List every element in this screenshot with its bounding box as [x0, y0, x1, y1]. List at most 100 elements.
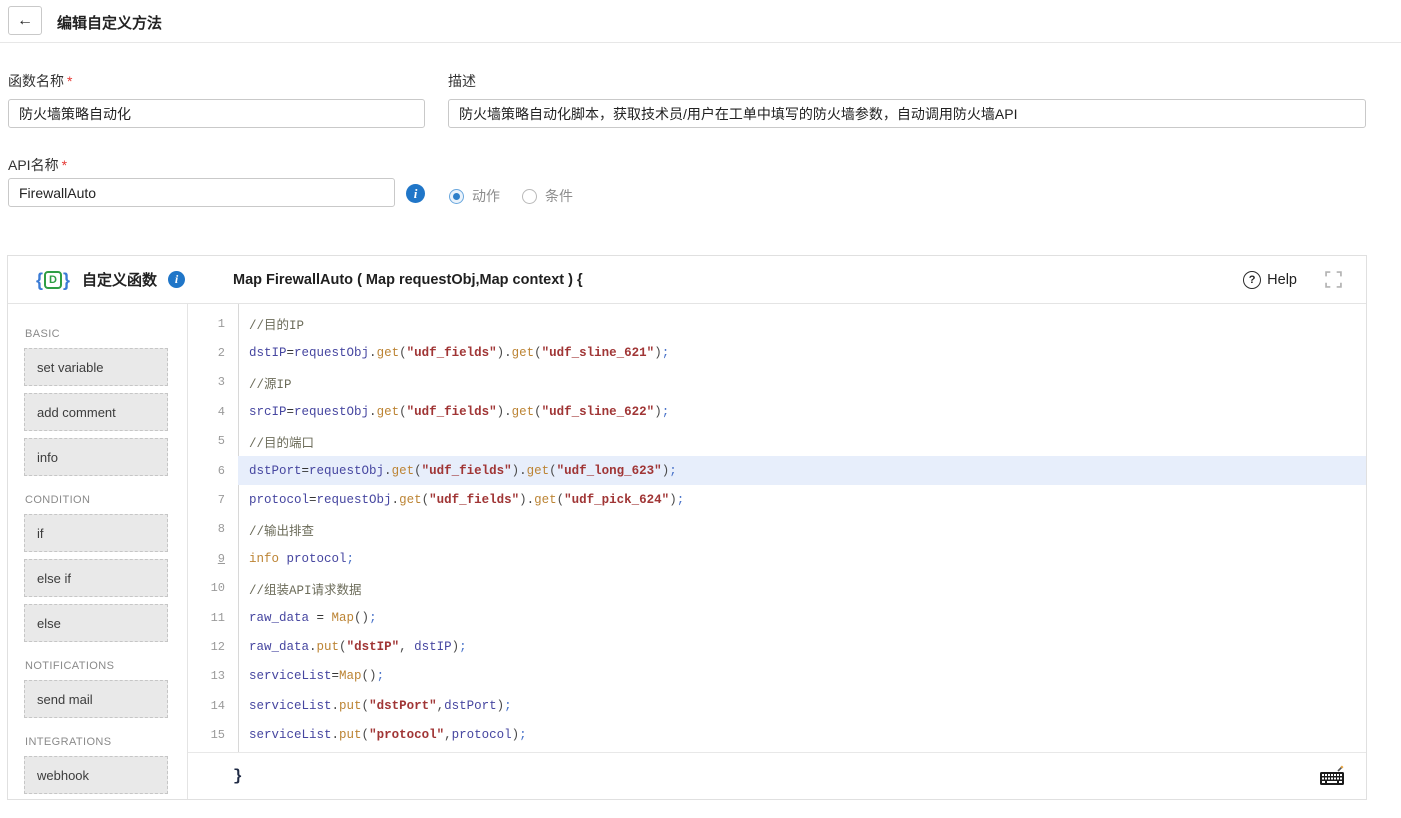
code-line-5[interactable]: 5//目的端口 — [188, 427, 1366, 456]
code-token: = — [309, 493, 317, 507]
code-text: raw_data = Map(); — [238, 603, 1366, 632]
code-token: put — [339, 699, 362, 713]
code-token: = — [332, 669, 340, 683]
code-token: ; — [677, 493, 685, 507]
code-token: ; — [662, 346, 670, 360]
api-name-input[interactable] — [8, 178, 395, 207]
code-token: ) — [512, 728, 520, 742]
code-text: dstIP=requestObj.get("udf_fields").get("… — [238, 338, 1366, 367]
back-button[interactable]: ← — [8, 6, 42, 35]
block-send-mail[interactable]: send mail — [24, 680, 168, 718]
code-token: ( — [362, 728, 370, 742]
code-line-3[interactable]: 3//源IP — [188, 368, 1366, 397]
code-token: get — [392, 464, 415, 478]
block-else[interactable]: else — [24, 604, 168, 642]
code-token: //组装API请求数据 — [249, 579, 362, 598]
code-line-14[interactable]: 14serviceList.put("dstPort",dstPort); — [188, 691, 1366, 720]
code-token: requestObj — [309, 464, 384, 478]
line-number: 4 — [188, 397, 238, 426]
block-else-if[interactable]: else if — [24, 559, 168, 597]
block-if[interactable]: if — [24, 514, 168, 552]
code-line-10[interactable]: 10 //组装API请求数据 — [188, 574, 1366, 603]
code-token: "protocol" — [369, 728, 444, 742]
custom-function-panel: {D} 自定义函数 i Map FirewallAuto ( Map reque… — [7, 255, 1367, 800]
code-token: . — [369, 405, 377, 419]
code-token: ( — [339, 640, 347, 654]
info-icon[interactable]: i — [406, 184, 425, 203]
description-input[interactable] — [448, 99, 1366, 128]
radio-unselected-icon[interactable] — [522, 189, 537, 204]
line-number: 7 — [188, 485, 238, 514]
code-token: ( — [557, 493, 565, 507]
block-add-comment[interactable]: add comment — [24, 393, 168, 431]
code-token: . — [332, 699, 340, 713]
code-token: ). — [519, 493, 534, 507]
code-token: ). — [497, 405, 512, 419]
code-line-8[interactable]: 8//输出排查 — [188, 515, 1366, 544]
code-line-1[interactable]: 1//目的IP — [188, 309, 1366, 338]
block-info[interactable]: info — [24, 438, 168, 476]
code-token: ; — [377, 669, 385, 683]
code-line-11[interactable]: 11raw_data = Map(); — [188, 603, 1366, 632]
type-option[interactable]: 动作 — [449, 186, 500, 206]
code-token: get — [512, 405, 535, 419]
code-token: ; — [662, 405, 670, 419]
code-text: raw_data.put("dstIP", dstIP); — [238, 632, 1366, 661]
radio-label: 动作 — [472, 186, 500, 206]
fullscreen-icon[interactable] — [1325, 271, 1342, 288]
code-line-2[interactable]: 2dstIP=requestObj.get("udf_fields").get(… — [188, 338, 1366, 367]
code-token: ; — [519, 728, 527, 742]
code-token: ( — [549, 464, 557, 478]
code-token: "udf_fields" — [407, 346, 497, 360]
code-line-13[interactable]: 13serviceList=Map(); — [188, 662, 1366, 691]
code-token: serviceList — [249, 699, 332, 713]
code-token: ( — [534, 405, 542, 419]
line-number: 11 — [188, 603, 238, 632]
code-text: //输出排查 — [238, 515, 1366, 544]
function-signature: Map FirewallAuto ( Map requestObj,Map co… — [233, 272, 583, 288]
line-number: 5 — [188, 427, 238, 456]
required-asterisk: * — [62, 157, 67, 173]
code-token: ). — [512, 464, 527, 478]
code-lines[interactable]: 1//目的IP2dstIP=requestObj.get("udf_fields… — [188, 304, 1366, 752]
code-token: ; — [347, 552, 355, 566]
code-token: get — [527, 464, 550, 478]
editor-footer: } — [188, 752, 1366, 799]
keyboard-icon[interactable] — [1319, 765, 1346, 787]
block-webhook[interactable]: webhook — [24, 756, 168, 794]
help-label: Help — [1267, 272, 1297, 288]
info-icon[interactable]: i — [168, 271, 185, 288]
radio-selected-icon[interactable] — [449, 189, 464, 204]
code-token: requestObj — [294, 346, 369, 360]
line-number: 9 — [188, 544, 238, 573]
code-token: . — [392, 493, 400, 507]
code-token: "dstIP" — [347, 640, 400, 654]
code-text: srcIP=requestObj.get("udf_fields").get("… — [238, 397, 1366, 426]
line-number: 6 — [188, 456, 238, 485]
code-token: . — [332, 728, 340, 742]
help-button[interactable]: ? Help — [1243, 271, 1297, 289]
code-line-7[interactable]: 7protocol=requestObj.get("udf_fields").g… — [188, 485, 1366, 514]
code-token: get — [534, 493, 557, 507]
line-number: 8 — [188, 515, 238, 544]
type-option[interactable]: 条件 — [522, 186, 573, 206]
code-token: . — [384, 464, 392, 478]
function-name-input[interactable] — [8, 99, 425, 128]
code-token: ; — [504, 699, 512, 713]
code-line-9[interactable]: 9info protocol; — [188, 544, 1366, 573]
code-token: protocol — [452, 728, 512, 742]
code-token: ) — [452, 640, 460, 654]
line-number: 10 — [188, 574, 238, 603]
code-token: serviceList — [249, 728, 332, 742]
code-line-12[interactable]: 12raw_data.put("dstIP", dstIP); — [188, 632, 1366, 661]
code-token — [407, 640, 415, 654]
code-line-4[interactable]: 4srcIP=requestObj.get("udf_fields").get(… — [188, 397, 1366, 426]
code-line-6[interactable]: 6dstPort=requestObj.get("udf_fields").ge… — [188, 456, 1366, 485]
block-set-variable[interactable]: set variable — [24, 348, 168, 386]
code-token: = — [309, 611, 332, 625]
code-token: srcIP — [249, 405, 287, 419]
closing-brace: } — [233, 767, 243, 785]
code-line-15[interactable]: 15serviceList.put("protocol",protocol); — [188, 720, 1366, 749]
code-token: . — [309, 640, 317, 654]
code-token: ) — [654, 346, 662, 360]
